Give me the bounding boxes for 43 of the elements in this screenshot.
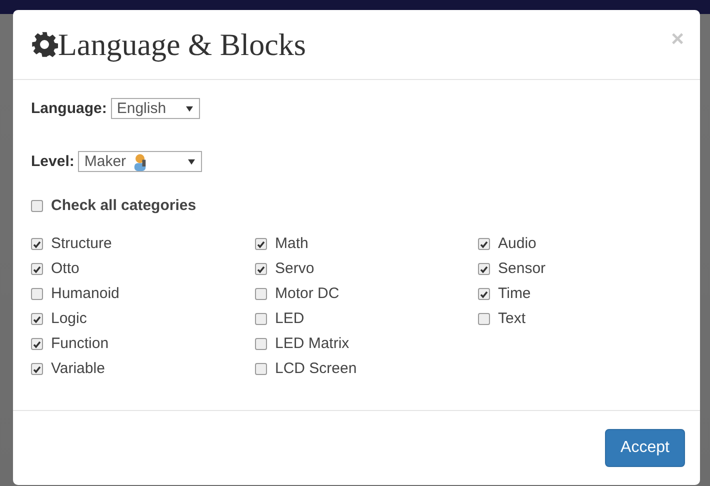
- caret-icon: [188, 158, 196, 164]
- language-label: Language:: [31, 100, 107, 117]
- category-label: Sensor: [498, 260, 546, 277]
- category-label: Function: [51, 335, 109, 352]
- checkbox[interactable]: [478, 238, 490, 250]
- category-label: Structure: [51, 235, 112, 252]
- caret-icon: [186, 106, 193, 112]
- checkbox[interactable]: [255, 238, 267, 250]
- category-label: Logic: [51, 310, 87, 327]
- category-label: LCD Screen: [275, 360, 357, 377]
- checkbox[interactable]: [31, 312, 43, 324]
- category-label: Math: [275, 235, 308, 252]
- category-label: Variable: [51, 360, 105, 377]
- category-label: Time: [498, 285, 531, 302]
- gear-icon: [31, 31, 58, 58]
- accept-button[interactable]: Accept: [605, 429, 685, 467]
- category-label: Humanoid: [51, 285, 120, 302]
- checkbox[interactable]: [478, 262, 490, 274]
- level-dropdown[interactable]: Maker: [78, 151, 202, 172]
- category-label: Otto: [51, 260, 80, 277]
- checkbox[interactable]: [478, 288, 490, 300]
- checkbox[interactable]: [478, 312, 490, 324]
- category-label: Motor DC: [275, 285, 340, 302]
- category-label: Servo: [275, 260, 314, 277]
- checkbox[interactable]: [31, 200, 43, 212]
- category-label: Audio: [498, 235, 536, 252]
- category-label: Text: [498, 310, 526, 327]
- checkbox[interactable]: [255, 338, 267, 350]
- checkbox[interactable]: [255, 288, 267, 300]
- checkbox[interactable]: [255, 362, 267, 374]
- checkbox-label: Check all categories: [51, 197, 196, 214]
- checkbox[interactable]: [31, 262, 43, 274]
- checkbox[interactable]: [255, 312, 267, 324]
- category-label: LED: [275, 310, 304, 327]
- level-label: Level:: [31, 153, 74, 170]
- dialog-title: Language & Blocks: [58, 26, 306, 62]
- checkbox[interactable]: [255, 262, 267, 274]
- checkbox[interactable]: [31, 288, 43, 300]
- checkbox[interactable]: [31, 362, 43, 374]
- checkbox[interactable]: [31, 238, 43, 250]
- checkbox[interactable]: [31, 338, 43, 350]
- language-dropdown[interactable]: English: [110, 98, 200, 119]
- category-label: LED Matrix: [275, 335, 350, 352]
